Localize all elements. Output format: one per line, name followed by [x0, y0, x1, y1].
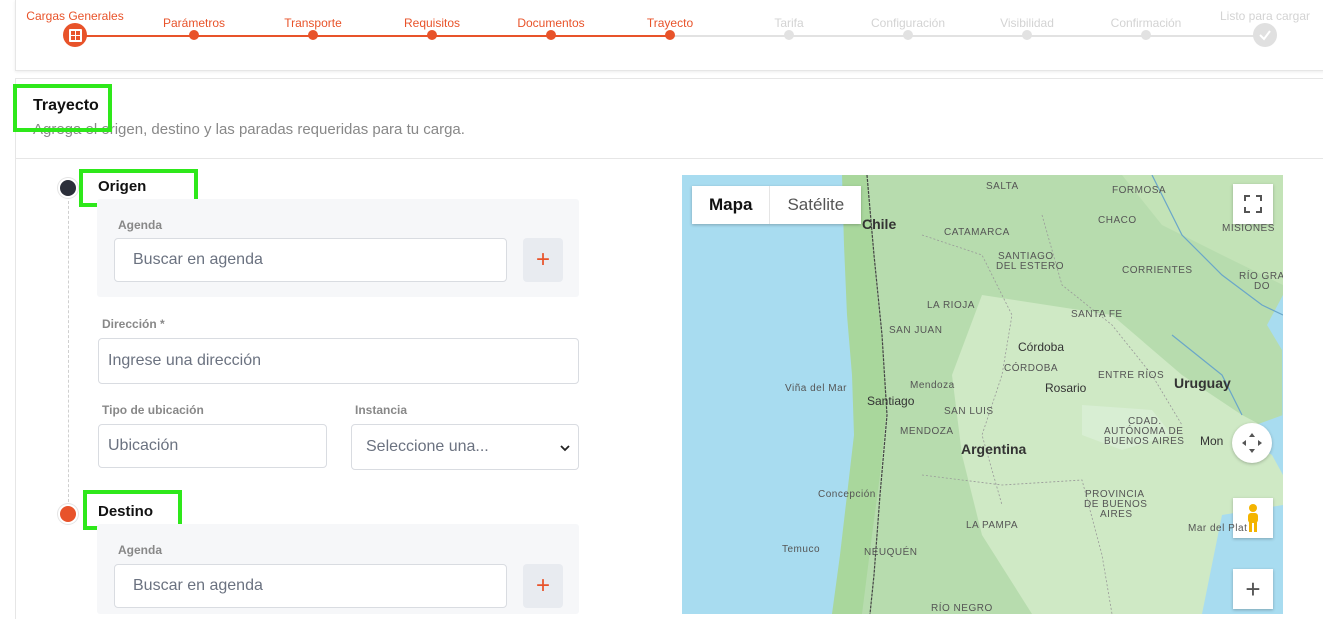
plus-icon: +	[535, 246, 550, 273]
step-label-transporte[interactable]: Transporte	[284, 16, 342, 30]
step-dot-trayecto[interactable]	[665, 30, 675, 40]
map-label-rio-negro: RÍO NEGRO	[931, 603, 993, 614]
step-dot-transporte[interactable]	[308, 30, 318, 40]
map-label-concepcion: Concepción	[818, 489, 876, 500]
highlight-box-title	[13, 84, 112, 132]
map-label-chaco: CHACO	[1098, 215, 1137, 226]
step-label-visibilidad: Visibilidad	[1000, 16, 1054, 30]
map-label-do: DO	[1254, 281, 1270, 292]
zoom-in-button[interactable]: +	[1233, 569, 1273, 609]
step-dot-documentos[interactable]	[546, 30, 556, 40]
divider	[16, 158, 1323, 159]
map-label-catamarca: CATAMARCA	[944, 227, 1010, 238]
fullscreen-icon[interactable]	[1233, 184, 1273, 224]
step-label-confirmacion: Confirmación	[1110, 16, 1182, 30]
step-label-listo-para-cargar: Listo para cargar	[1219, 9, 1311, 23]
timeline-connector	[68, 196, 69, 502]
destination-marker-icon	[60, 506, 76, 522]
map-label-san-juan: SAN JUAN	[889, 325, 943, 336]
destination-agenda-label: Agenda	[118, 543, 163, 557]
map-label-entre-rios: ENTRE RÍOS	[1098, 370, 1165, 381]
progress-stepper: Cargas Generales Parámetros Transporte R…	[15, 0, 1323, 71]
map-label-santa-fe: SANTA FE	[1071, 309, 1123, 320]
map-label-la-pampa: LA PAMPA	[966, 520, 1018, 531]
map-label-corrientes: CORRIENTES	[1122, 265, 1193, 276]
origin-add-agenda-button[interactable]: +	[523, 238, 563, 282]
step-label-configuracion: Configuración	[870, 16, 946, 30]
map-label-montevideo: Mon	[1200, 434, 1224, 448]
origin-location-type-label: Tipo de ubicación	[102, 403, 204, 417]
map-label-cdad-3: BUENOS AIRES	[1104, 436, 1185, 447]
origin-address-label: Dirección *	[102, 317, 165, 331]
map-type-control: Mapa Satélite	[692, 186, 862, 224]
map-label-temuco: Temuco	[782, 544, 821, 555]
map-label-provincia-3: AIRES	[1100, 509, 1133, 520]
stepper-progress-line-inactive	[671, 35, 1266, 37]
step-label-trayecto[interactable]: Trayecto	[647, 16, 693, 30]
map-label-san-luis: SAN LUIS	[944, 406, 994, 417]
map-label-chile: Chile	[862, 216, 897, 232]
step-dot-parametros[interactable]	[189, 30, 199, 40]
step-dot-visibilidad	[1022, 30, 1032, 40]
map-type-map-button[interactable]: Mapa	[692, 186, 771, 224]
origin-location-type-input[interactable]: Ubicación	[98, 424, 327, 468]
grid-icon[interactable]	[63, 23, 87, 47]
step-label-parametros[interactable]: Parámetros	[163, 16, 225, 30]
map-label-rosario: Rosario	[1045, 381, 1087, 395]
map-label-neuquen: NEUQUÉN	[864, 547, 918, 558]
step-dot-requisitos[interactable]	[427, 30, 437, 40]
step-dot-tarifa	[784, 30, 794, 40]
map-label-argentina: Argentina	[961, 441, 1027, 457]
step-label-cargas-generales[interactable]: Cargas Generales	[26, 9, 123, 23]
map-label-misiones: MISIONES	[1222, 223, 1275, 234]
step-dot-confirmacion	[1141, 30, 1151, 40]
origin-instance-select[interactable]: Seleccione una...	[351, 424, 579, 470]
map-label-la-rioja: LA RIOJA	[927, 300, 975, 311]
map-label-cordoba: CÓRDOBA	[1004, 363, 1059, 374]
map-terrain	[832, 175, 1283, 614]
stepper-progress-line-active	[75, 35, 671, 37]
destination-agenda-search-input[interactable]: Buscar en agenda	[114, 564, 507, 608]
origin-marker-icon	[60, 180, 76, 196]
map-label-salta: SALTA	[986, 181, 1019, 192]
destination-add-agenda-button[interactable]: +	[523, 564, 563, 608]
check-icon	[1253, 23, 1277, 47]
route-map[interactable]: Mapa Satélite + SALTA FORMOSA CHACO MISI…	[682, 175, 1283, 614]
pan-control-icon[interactable]	[1232, 423, 1272, 463]
step-label-tarifa: Tarifa	[774, 16, 804, 30]
map-label-formosa: FORMOSA	[1112, 185, 1167, 196]
map-label-uruguay: Uruguay	[1174, 375, 1231, 391]
origin-address-input[interactable]: Ingrese una dirección	[98, 338, 579, 384]
map-label-santiago: Santiago	[867, 394, 915, 408]
origin-instance-label: Instancia	[355, 403, 408, 417]
map-label-mar-del-plata: Mar del Plat	[1188, 523, 1248, 534]
instance-selected-value: Seleccione una...	[366, 438, 489, 455]
chevron-down-icon	[560, 440, 570, 458]
step-dot-configuracion	[903, 30, 913, 40]
origin-agenda-search-input[interactable]: Buscar en agenda	[114, 238, 507, 282]
map-type-satellite-button[interactable]: Satélite	[770, 186, 861, 224]
plus-icon: +	[1245, 573, 1261, 604]
origin-agenda-label: Agenda	[118, 218, 163, 232]
step-label-requisitos[interactable]: Requisitos	[404, 16, 460, 30]
step-label-documentos[interactable]: Documentos	[517, 16, 584, 30]
map-label-mendoza-city: Mendoza	[910, 380, 955, 391]
map-label-santiago-estero-2: DEL ESTERO	[996, 261, 1064, 272]
map-label-vina-del-mar: Viña del Mar	[785, 383, 847, 394]
map-label-cordoba-city: Córdoba	[1018, 340, 1065, 354]
map-label-mendoza: MENDOZA	[900, 426, 954, 437]
plus-icon: +	[535, 572, 550, 599]
